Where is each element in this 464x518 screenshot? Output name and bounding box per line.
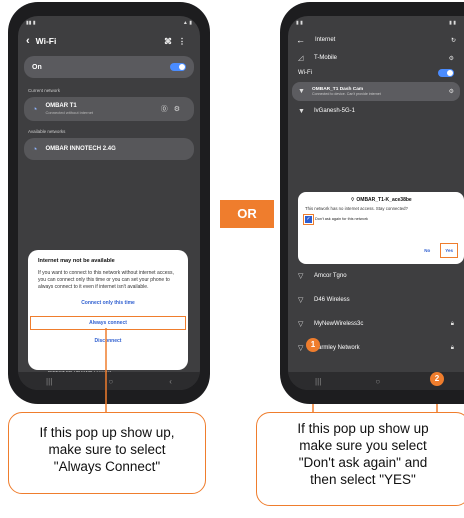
current-network-label: Current network — [28, 88, 61, 93]
left-instruction-callout: If this pop up show up, make sure to sel… — [8, 412, 206, 494]
network-name: Parmley Network — [314, 345, 360, 351]
wifi-toggle[interactable] — [438, 69, 454, 77]
wifi-icon: ◔ — [32, 104, 38, 114]
available-networks-label: Available networks — [28, 129, 66, 134]
callout-line: make sure you select — [299, 437, 427, 453]
no-internet-dialog: ⌔ OMBAR_T1-K_ace38be This network has no… — [298, 192, 464, 264]
network-status: Connected without internet — [45, 110, 94, 115]
wifi-on-label: On — [32, 63, 42, 71]
wifi-icon: ▼ — [298, 107, 305, 115]
dialog-title: ⌔ OMBAR_T1-K_ace38be — [350, 197, 412, 203]
right-phone-screen: ▮ ▮ ▮ ▮ ← Internet ↻ ◿ T-Mobile ⚙ Wi-Fi ▼… — [288, 16, 464, 390]
network-item[interactable]: ▽ MyNewWireless3c 🔒︎ — [288, 316, 464, 332]
settings-gear-icon[interactable]: ⓪⚙ — [161, 104, 186, 114]
callout-line: then select "YES" — [310, 471, 416, 487]
connect-once-button[interactable]: Connect only this time — [38, 300, 178, 306]
recent-apps-icon[interactable]: ||| — [315, 377, 321, 386]
wifi-icon: ▽ — [298, 321, 304, 328]
dialog-message: This network has no internet access. Sta… — [305, 206, 408, 211]
wifi-label: Wi-Fi — [298, 70, 312, 76]
wifi-on-row[interactable]: On — [24, 56, 194, 78]
always-connect-button[interactable]: Always connect — [30, 316, 186, 331]
no-button[interactable]: No — [424, 248, 430, 253]
network-item[interactable]: ▽ Amcor Tgno — [288, 268, 464, 284]
step-badge-1: 1 — [306, 338, 320, 352]
right-instruction-callout: If this pop up show up make sure you sel… — [256, 412, 464, 506]
network-status: Connected to device. Can't provide inter… — [312, 92, 381, 96]
back-arrow-icon[interactable]: ← — [296, 35, 305, 45]
home-icon[interactable]: ○ — [108, 377, 113, 386]
step-badge-2: 2 — [430, 372, 444, 386]
wifi-icon: ◔ — [32, 144, 38, 154]
callout-line: make sure to select — [48, 441, 166, 457]
wifi-icon: ▽ — [298, 273, 304, 280]
page-title: Internet — [315, 37, 336, 43]
network-name: IvGanesh-5G-1 — [314, 108, 356, 114]
connected-network-item[interactable]: ▼ OMBAR_T1 Dash Cam Connected to device.… — [292, 82, 460, 101]
lock-icon: 🔒︎ — [450, 320, 454, 327]
page-title: Wi-Fi — [35, 36, 57, 46]
network-name: D46 Wireless — [314, 297, 350, 303]
wifi-row[interactable]: Wi-Fi — [288, 66, 464, 80]
refresh-icon[interactable]: ↻ — [451, 37, 456, 44]
network-name: MyNewWireless3c — [314, 321, 364, 327]
or-badge: OR — [220, 200, 274, 228]
internet-header: ← Internet ↻ — [288, 30, 464, 50]
signal-icon: ◿ — [298, 55, 304, 62]
settings-gear-icon[interactable]: ⚙ — [449, 88, 454, 95]
network-name: OMBAR T1 — [45, 103, 77, 109]
status-bar: ▮ ▮ ▮ ▮ — [296, 20, 456, 26]
network-name: OMBAR INNOTECH 2.4G — [45, 146, 116, 152]
wifi-header: ‹ Wi-Fi ⌘⋮ — [18, 30, 200, 52]
nav-bar: ||| ○ ‹ — [18, 372, 200, 390]
disconnect-button[interactable]: Disconnect — [38, 338, 178, 344]
checkbox-label: Don't ask again for this network — [315, 217, 368, 222]
current-network-item[interactable]: ◔ OMBAR T1 Connected without internet ⓪⚙ — [24, 97, 194, 121]
left-phone-screen: ▮▮ ▮ ▲ ▮ ‹ Wi-Fi ⌘⋮ On Current network ◔ … — [18, 16, 200, 390]
callout-line: If this pop up show up — [297, 421, 429, 436]
back-arrow-icon[interactable]: ‹ — [26, 35, 30, 47]
status-bar: ▮▮ ▮ ▲ ▮ — [26, 20, 192, 26]
dialog-message: If you want to connect to this network w… — [38, 270, 174, 290]
back-icon[interactable]: ‹ — [169, 377, 172, 386]
home-icon[interactable]: ○ — [375, 377, 380, 386]
header-actions-icon[interactable]: ⌘⋮ — [164, 37, 192, 46]
carrier-name: T-Mobile — [314, 55, 338, 61]
internet-unavailable-dialog: Internet may not be available If you wan… — [28, 250, 188, 370]
wifi-toggle[interactable] — [170, 63, 186, 71]
settings-gear-icon[interactable]: ⚙ — [449, 55, 454, 62]
callout-line: "Always Connect" — [53, 458, 161, 474]
left-phone: ▮▮ ▮ ▲ ▮ ‹ Wi-Fi ⌘⋮ On Current network ◔ … — [8, 2, 210, 404]
dialog-buttons: No Yes — [424, 243, 458, 258]
wifi-icon: ▼ — [298, 88, 305, 95]
lock-icon: 🔒︎ — [450, 344, 454, 351]
yes-button[interactable]: Yes — [440, 243, 458, 258]
network-name: Amcor Tgno — [314, 273, 347, 279]
carrier-row[interactable]: ◿ T-Mobile ⚙ — [288, 50, 464, 66]
dont-ask-again-row[interactable]: ✓ Don't ask again for this network — [303, 213, 457, 225]
callout-line: "Don't ask again" and — [298, 454, 428, 470]
callout-line: If this pop up show up, — [39, 425, 175, 440]
available-network-item[interactable]: ◔ OMBAR INNOTECH 2.4G — [24, 138, 194, 160]
network-item[interactable]: ▽ D46 Wireless — [288, 292, 464, 308]
recent-apps-icon[interactable]: ||| — [46, 377, 52, 386]
dont-ask-again-checkbox[interactable]: ✓ — [303, 213, 314, 225]
network-item[interactable]: ▼ IvGanesh-5G-1 — [288, 103, 464, 119]
dialog-title: Internet may not be available — [38, 258, 115, 264]
wifi-icon: ▽ — [298, 297, 304, 304]
